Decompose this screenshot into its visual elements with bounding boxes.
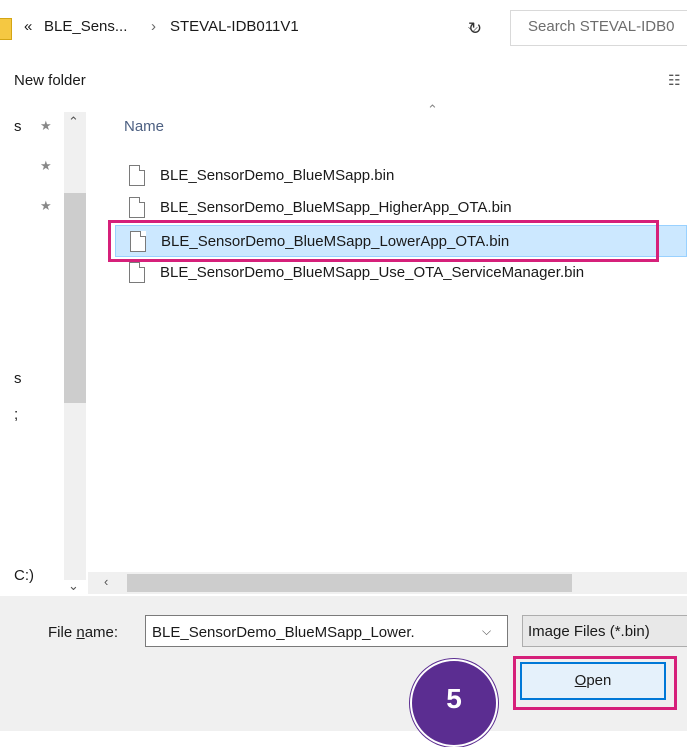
breadcrumb-separator: ›: [151, 18, 156, 35]
nav-item-5[interactable]: ;: [14, 406, 18, 423]
step-number-badge: 5: [410, 659, 498, 747]
file-name-label: File name:: [48, 624, 119, 641]
file-name: BLE_SensorDemo_BlueMSapp.bin: [160, 167, 395, 184]
highlight-box-selected-file: [108, 220, 659, 262]
scroll-left-arrow-icon[interactable]: ‹: [104, 574, 108, 589]
horizontal-scroll-thumb[interactable]: [127, 574, 572, 592]
file-name-value[interactable]: BLE_SensorDemo_BlueMSapp_Lower.: [152, 624, 472, 641]
scroll-up-arrow-icon[interactable]: ⌃: [68, 114, 79, 130]
toolbar: [0, 60, 687, 100]
chevron-down-icon[interactable]: ⌵: [482, 624, 491, 639]
file-name: BLE_SensorDemo_BlueMSapp_HigherApp_OTA.b…: [160, 199, 512, 216]
breadcrumb-overflow[interactable]: «: [24, 18, 32, 35]
sort-ascending-icon: ⌃: [427, 102, 438, 117]
pin-icon: ★: [40, 158, 52, 173]
nav-item-4[interactable]: s: [14, 370, 22, 387]
file-icon: [129, 197, 145, 218]
nav-pane-scroll-thumb[interactable]: [64, 193, 86, 403]
file-icon: [129, 262, 145, 283]
file-row[interactable]: BLE_SensorDemo_BlueMSapp.bin: [115, 160, 687, 192]
nav-item-1[interactable]: s: [14, 118, 22, 135]
file-name: BLE_SensorDemo_BlueMSapp_Use_OTA_Service…: [160, 264, 585, 281]
column-header-name[interactable]: Name: [124, 118, 164, 135]
file-icon: [129, 165, 145, 186]
pin-icon: ★: [40, 198, 52, 213]
folder-icon: [0, 18, 12, 40]
pin-icon: ★: [40, 118, 52, 133]
breadcrumb-item-ble-sens[interactable]: BLE_Sens...: [44, 18, 127, 35]
breadcrumb-item-steval[interactable]: STEVAL-IDB011V1: [170, 18, 299, 35]
nav-item-drive-c[interactable]: C:): [14, 567, 34, 584]
file-type-filter-label: Image Files (*.bin): [528, 623, 650, 640]
new-folder-button[interactable]: New folder: [14, 72, 86, 89]
scroll-down-arrow-icon[interactable]: ⌄: [68, 578, 79, 594]
search-placeholder: Search STEVAL-IDB0: [528, 18, 675, 35]
refresh-icon[interactable]: ↻: [458, 12, 492, 46]
view-options-icon[interactable]: ☷: [668, 72, 681, 89]
open-button[interactable]: Open: [520, 662, 666, 700]
